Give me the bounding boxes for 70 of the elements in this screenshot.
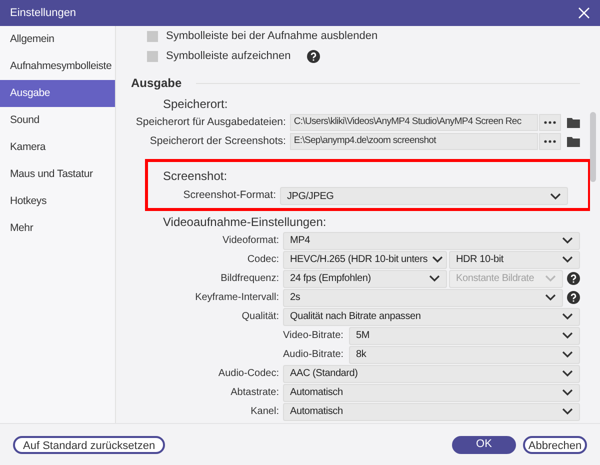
browse-button[interactable]: [539, 133, 562, 150]
dropdown[interactable]: JPG/JPEG: [280, 187, 568, 205]
field-label: Videoformat:: [221, 234, 280, 248]
chevron-down-icon: [432, 256, 443, 263]
chevron-down-icon: [562, 237, 573, 244]
field-label: Audio-Codec:: [217, 367, 280, 381]
path-field[interactable]: E:\Sep\anymp4.de\zoom screenshot: [290, 133, 538, 150]
field-label: Qualität:: [240, 310, 280, 324]
dropdown[interactable]: 5M: [349, 326, 580, 344]
field-label: Codec:: [246, 253, 280, 267]
path-field[interactable]: C:\Users\kliki\Videos\AnyMP4 Studio\AnyMP4 Screen Rec: [290, 114, 538, 131]
reset-button[interactable]: Auf Standard zurücksetzen: [13, 436, 166, 454]
window-title: Einstellungen: [10, 6, 76, 21]
field-label: Audio-Bitrate:: [283, 348, 345, 362]
chevron-down-icon: [545, 294, 556, 301]
chevron-down-icon: [550, 192, 561, 200]
checkbox[interactable]: [147, 50, 158, 62]
dropdown[interactable]: Automatisch: [283, 402, 580, 420]
more-icon: [544, 140, 556, 143]
chevron-down-icon: [545, 275, 556, 282]
dropdown[interactable]: MP4: [283, 232, 580, 250]
dropdown[interactable]: Automatisch: [283, 384, 580, 402]
folder-icon[interactable]: [567, 136, 580, 147]
chevron-down-icon: [562, 389, 573, 396]
dropdown[interactable]: HDR 10-bit: [449, 250, 580, 268]
sidebar-item[interactable]: Hotkeys: [0, 188, 115, 215]
dropdown[interactable]: 8k: [349, 346, 580, 364]
dropdown[interactable]: AAC (Standard): [283, 364, 580, 382]
chevron-down-icon: [562, 370, 573, 377]
checkbox-label: Symbolleiste aufzeichnen: [166, 48, 291, 64]
field-label: Video-Bitrate:: [283, 329, 344, 343]
field-label: Speicherort der Screenshots:: [148, 134, 287, 149]
sidebar-item[interactable]: Ausgabe: [0, 80, 115, 107]
folder-icon[interactable]: [567, 117, 580, 128]
subsection-heading: Videoaufnahme-Einstellungen:: [163, 214, 328, 231]
sidebar-item[interactable]: Sound: [0, 107, 115, 134]
field-label: Kanel:: [250, 405, 280, 419]
field-label: Bildfrequenz:: [220, 272, 280, 286]
field-label: Speicherort für Ausgabedateien:: [134, 114, 287, 130]
help-icon[interactable]: [567, 291, 580, 304]
chevron-down-icon: [562, 351, 573, 358]
help-icon[interactable]: [567, 272, 580, 285]
subsection-heading: Speicherort:: [163, 96, 229, 113]
chevron-down-icon: [429, 275, 440, 282]
chevron-down-icon: [562, 332, 573, 339]
section-heading: Ausgabe: [131, 75, 182, 92]
chevron-down-icon: [562, 313, 573, 320]
field-label: Keyframe-Intervall:: [194, 291, 280, 305]
sidebar-item[interactable]: Aufnahmesymbolleiste: [0, 53, 115, 80]
dropdown[interactable]: Qualität nach Bitrate anpassen: [283, 308, 580, 326]
field-label: Screenshot-Format:: [182, 188, 277, 204]
dropdown[interactable]: 24 fps (Empfohlen): [283, 270, 447, 288]
help-icon[interactable]: [306, 50, 320, 62]
checkbox-label: Symbolleiste bei der Aufnahme ausblenden: [166, 28, 378, 44]
dropdown[interactable]: 2s: [283, 288, 563, 306]
subsection-heading: Screenshot:: [163, 168, 228, 185]
dropdown[interactable]: HEVC/H.265 (HDR 10-bit unters: [283, 250, 447, 268]
cancel-button[interactable]: Abbrechen: [523, 436, 587, 454]
close-icon[interactable]: [578, 7, 590, 19]
chevron-down-icon: [562, 256, 573, 263]
browse-button[interactable]: [539, 114, 562, 131]
sidebar-item[interactable]: Kamera: [0, 134, 115, 161]
more-icon: [544, 121, 556, 124]
sidebar-item[interactable]: Mehr: [0, 215, 115, 242]
checkbox[interactable]: [147, 30, 158, 42]
field-label: Abtastrate:: [230, 386, 280, 400]
sidebar-item[interactable]: Maus und Tastatur: [0, 161, 115, 188]
sidebar-item[interactable]: Allgemein: [0, 26, 115, 53]
ok-button[interactable]: OK: [452, 436, 516, 454]
chevron-down-icon: [562, 408, 573, 415]
